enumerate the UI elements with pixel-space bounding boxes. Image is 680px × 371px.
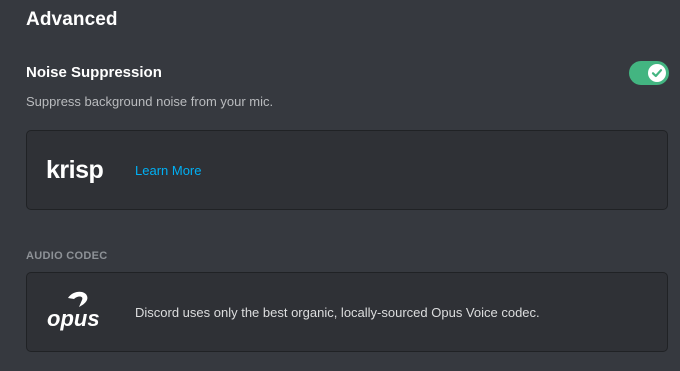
noise-suppression-title: Noise Suppression <box>26 64 162 81</box>
krisp-logo-icon: krisp <box>46 156 104 184</box>
krisp-logo-text: krisp <box>46 156 103 184</box>
checkmark-icon <box>651 69 663 78</box>
opus-description: Discord uses only the best organic, loca… <box>135 305 540 320</box>
noise-suppression-toggle[interactable] <box>629 61 669 85</box>
opus-logo-icon: opus <box>47 291 100 331</box>
opus-card: opus Discord uses only the best organic,… <box>26 272 668 352</box>
audio-codec-label: AUDIO CODEC <box>26 250 108 262</box>
section-title: Advanced <box>26 9 118 30</box>
learn-more-link[interactable]: Learn More <box>135 163 201 178</box>
toggle-knob <box>648 64 666 82</box>
opus-logo-text: opus <box>47 306 100 331</box>
krisp-card: krisp Learn More <box>26 130 668 210</box>
noise-suppression-description: Suppress background noise from your mic. <box>26 94 274 109</box>
